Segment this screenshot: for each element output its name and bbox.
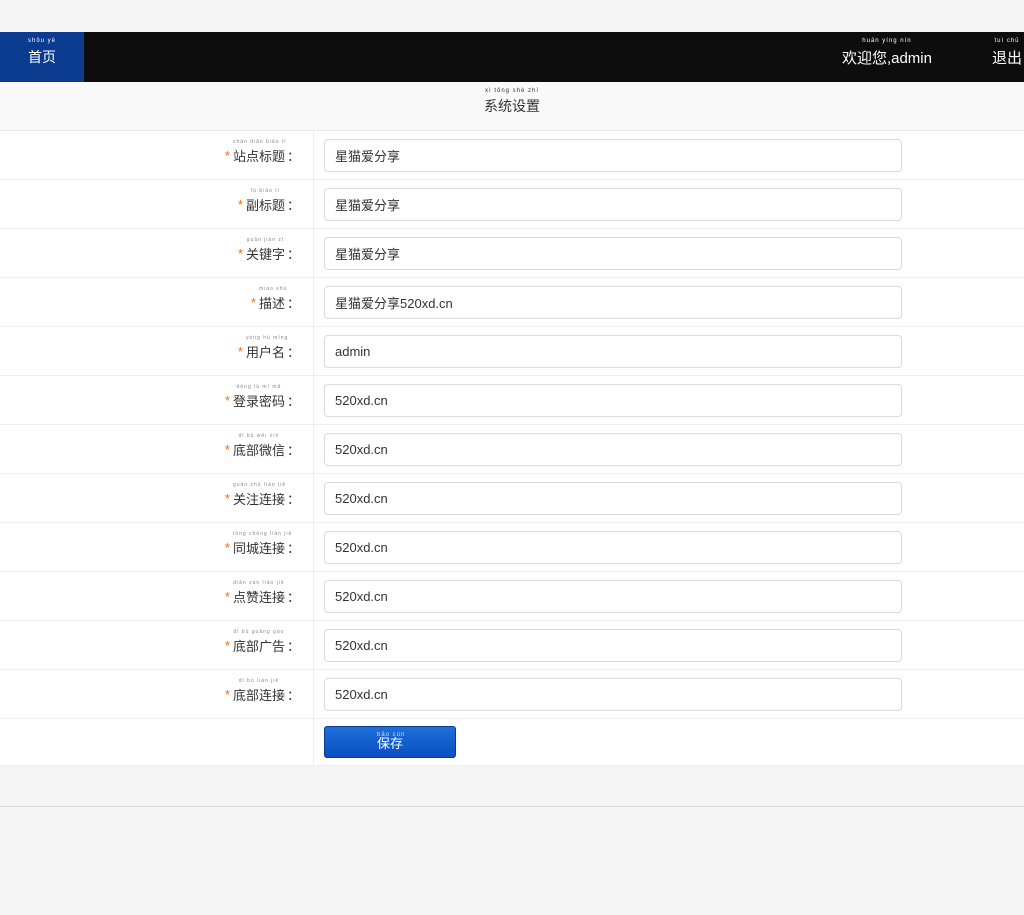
required-star: * <box>225 442 230 457</box>
form-row-username: *yòng hù míng用户名： <box>0 327 1024 376</box>
label-footer-wechat: *dǐ bù wēi xìn底部微信： <box>0 425 314 473</box>
form-row-footer-link: *dǐ bù lián jiē底部连接： <box>0 670 1024 719</box>
form-row-follow-link: *guān zhù lián jiē关注连接： <box>0 474 1024 523</box>
form-row-site-title: *zhàn diǎn biāo tí站点标题： <box>0 131 1024 180</box>
input-follow-link[interactable] <box>324 482 902 515</box>
input-subtitle[interactable] <box>324 188 902 221</box>
label-local-link: *tóng chéng lián jiē同城连接： <box>0 523 314 571</box>
input-local-link[interactable] <box>324 531 902 564</box>
header: shǒu yè 首页 huān yíng nín 欢迎您,admin tuì c… <box>0 32 1024 82</box>
label-like-link: *diǎn zàn lián jiē点赞连接： <box>0 572 314 620</box>
label-site-title: *zhàn diǎn biāo tí站点标题： <box>0 131 314 179</box>
required-star: * <box>238 246 243 261</box>
form-row-subtitle: *fù biāo tí副标题： <box>0 180 1024 229</box>
label-description: *miáo shù描述： <box>0 278 314 326</box>
label-footer-link: *dǐ bù lián jiē底部连接： <box>0 670 314 718</box>
form-row-save: bǎo cún保存 <box>0 719 1024 766</box>
input-like-link[interactable] <box>324 580 902 613</box>
required-star: * <box>238 197 243 212</box>
page-title: xì tǒng shè zhì 系统设置 <box>0 82 1024 131</box>
required-star: * <box>225 589 230 604</box>
input-description[interactable] <box>324 286 902 319</box>
input-footer-ad[interactable] <box>324 629 902 662</box>
label-follow-link: *guān zhù lián jiē关注连接： <box>0 474 314 522</box>
label-username: *yòng hù míng用户名： <box>0 327 314 375</box>
welcome-text: huān yíng nín 欢迎您,admin <box>842 32 992 82</box>
form-row-password: *dēng lù mì mǎ登录密码： <box>0 376 1024 425</box>
form-row-footer-ad: *dǐ bù guǎng gào底部广告： <box>0 621 1024 670</box>
required-star: * <box>225 491 230 506</box>
logout-link[interactable]: tuì chū 退出 <box>992 32 1024 82</box>
form-row-local-link: *tóng chéng lián jiē同城连接： <box>0 523 1024 572</box>
input-password[interactable] <box>324 384 902 417</box>
settings-form: *zhàn diǎn biāo tí站点标题：*fù biāo tí副标题：*g… <box>0 131 1024 766</box>
input-site-title[interactable] <box>324 139 902 172</box>
label-subtitle: *fù biāo tí副标题： <box>0 180 314 228</box>
label-password: *dēng lù mì mǎ登录密码： <box>0 376 314 424</box>
form-row-keywords: *guān jiàn zì关键字： <box>0 229 1024 278</box>
required-star: * <box>225 638 230 653</box>
label-keywords: *guān jiàn zì关键字： <box>0 229 314 277</box>
form-row-description: *miáo shù描述： <box>0 278 1024 327</box>
form-row-like-link: *diǎn zàn lián jiē点赞连接： <box>0 572 1024 621</box>
input-footer-wechat[interactable] <box>324 433 902 466</box>
required-star: * <box>238 344 243 359</box>
input-footer-link[interactable] <box>324 678 902 711</box>
label-footer-ad: *dǐ bù guǎng gào底部广告： <box>0 621 314 669</box>
required-star: * <box>225 687 230 702</box>
input-username[interactable] <box>324 335 902 368</box>
required-star: * <box>251 295 256 310</box>
required-star: * <box>225 393 230 408</box>
nav-home[interactable]: shǒu yè 首页 <box>0 32 84 82</box>
footer-divider <box>0 806 1024 807</box>
save-button[interactable]: bǎo cún保存 <box>324 726 456 758</box>
required-star: * <box>225 148 230 163</box>
required-star: * <box>225 540 230 555</box>
input-keywords[interactable] <box>324 237 902 270</box>
form-row-footer-wechat: *dǐ bù wēi xìn底部微信： <box>0 425 1024 474</box>
